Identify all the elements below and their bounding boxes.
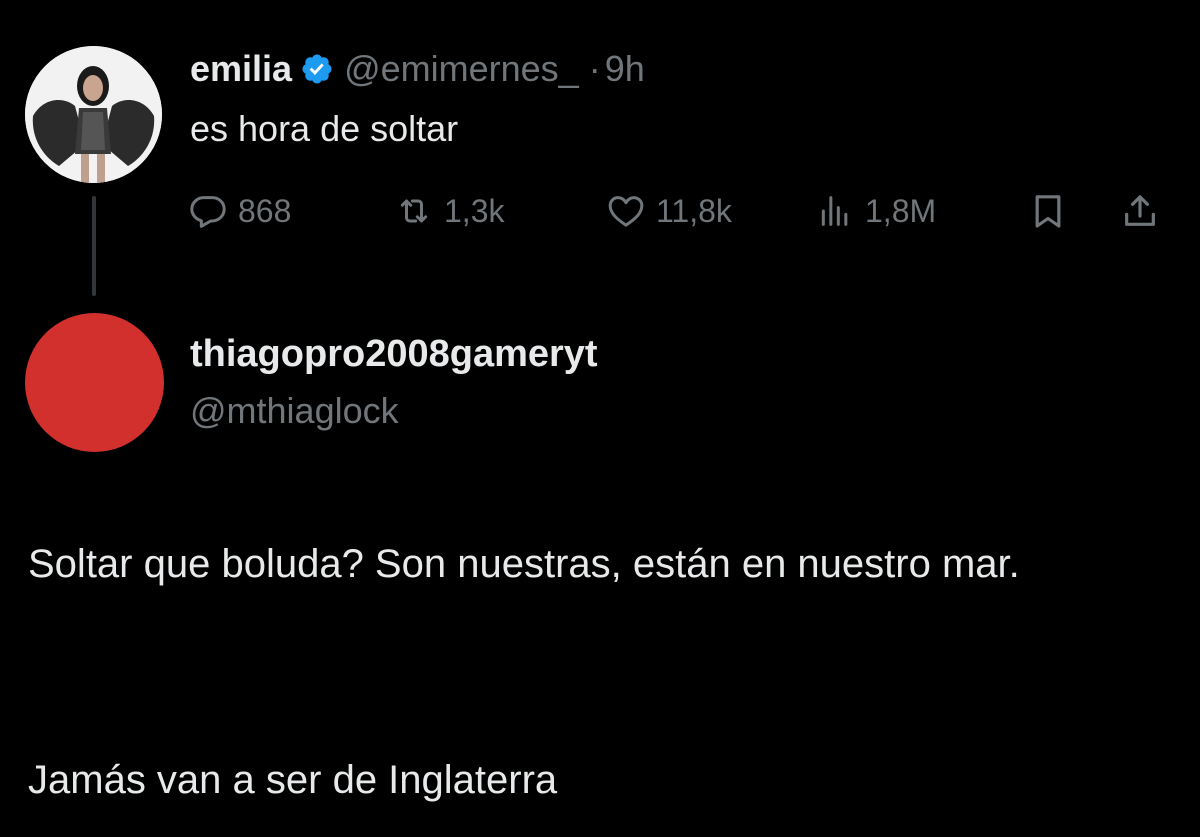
share-button[interactable] <box>1120 186 1160 236</box>
avatar-photo <box>25 46 162 183</box>
views-button[interactable]: 1,8M <box>815 186 936 236</box>
retweet-icon <box>400 199 428 223</box>
tweet-timestamp[interactable]: 9h <box>605 48 645 90</box>
tweet-header: emilia @emimernes_ · 9h <box>190 44 645 94</box>
reply-author-name[interactable]: thiagopro2008gameryt <box>190 333 598 376</box>
author-handle[interactable]: @emimernes_ <box>344 48 579 90</box>
views-count: 1,8M <box>865 192 937 229</box>
author-name[interactable]: emilia <box>190 48 292 90</box>
reply-author-avatar[interactable] <box>25 313 164 452</box>
reply-text-paragraph-1: Soltar que boluda? Son nuestras, están e… <box>28 542 1020 586</box>
author-avatar[interactable] <box>25 46 162 183</box>
retweet-count: 1,3k <box>444 192 505 229</box>
verified-badge-icon <box>302 54 332 84</box>
retweet-button[interactable]: 1,3k <box>394 186 504 236</box>
tweet-text: es hora de soltar <box>190 108 459 149</box>
share-icon <box>1125 195 1155 226</box>
reply-button[interactable]: 868 <box>188 186 291 236</box>
reply-icon <box>190 196 226 228</box>
like-button[interactable]: 11,8k <box>606 186 732 236</box>
bookmark-button[interactable] <box>1028 186 1068 236</box>
header-separator: · <box>588 48 601 89</box>
thread-connector-line <box>92 196 96 296</box>
reply-author-handle[interactable]: @mthiaglock <box>190 390 399 432</box>
tweet-actions-bar: 868 1,3k 11,8k 1,8M <box>188 186 1168 236</box>
like-count: 11,8k <box>656 192 732 229</box>
reply-text-paragraph-2: Jamás van a ser de Inglaterra <box>28 758 558 802</box>
heart-icon <box>608 196 644 227</box>
reply-count: 868 <box>238 192 292 229</box>
bookmark-icon <box>1035 195 1061 228</box>
views-icon <box>821 196 848 226</box>
